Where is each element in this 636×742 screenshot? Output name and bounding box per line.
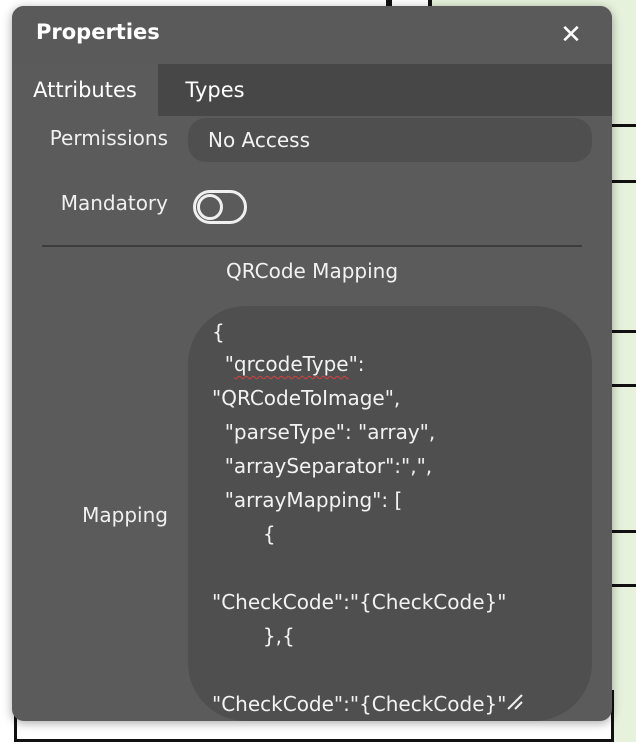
canvas-line <box>612 584 636 587</box>
code-line: "arrayMapping": [ <box>212 488 403 512</box>
code-token: " <box>212 352 234 376</box>
spellcheck-token: qrcodeType <box>233 352 349 376</box>
tab-types[interactable]: Types <box>158 64 272 116</box>
divider <box>42 245 582 247</box>
section-title: QRCode Mapping <box>225 259 399 283</box>
close-icon[interactable]: ✕ <box>556 20 586 50</box>
resize-grip-icon[interactable] <box>506 693 524 711</box>
code-line: { <box>212 320 225 344</box>
code-line: "CheckCode":"{CheckCode}" <box>212 692 507 716</box>
code-line: "arraySeparator":",", <box>212 454 433 478</box>
code-line: { <box>212 522 276 546</box>
panel-header: Properties ✕ <box>12 6 612 64</box>
mandatory-toggle[interactable] <box>193 190 247 224</box>
code-line: "CheckCode":"{CheckCode}" <box>212 590 507 614</box>
code-line: "qrcodeType": <box>212 352 365 376</box>
code-token: ": <box>348 352 365 376</box>
canvas-line <box>612 330 636 333</box>
canvas-line <box>612 124 636 127</box>
toggle-knob <box>197 194 223 220</box>
permissions-select[interactable]: No Access <box>188 118 592 162</box>
tab-bar: Attributes Types <box>12 64 612 116</box>
mandatory-label: Mandatory <box>60 191 168 215</box>
panel-title: Properties <box>36 20 160 44</box>
code-line: "parseType": "array", <box>212 420 436 444</box>
canvas-line <box>612 384 636 387</box>
canvas-line <box>612 180 636 183</box>
app-canvas: Properties ✕ Attributes Types Permission… <box>0 0 636 742</box>
properties-panel: Properties ✕ Attributes Types Permission… <box>12 6 612 721</box>
code-line: },{ <box>212 624 295 648</box>
mapping-textarea[interactable]: { "qrcodeType": "QRCodeToImage", "parseT… <box>188 306 592 721</box>
tab-attributes[interactable]: Attributes <box>12 64 158 116</box>
canvas-line <box>612 530 636 533</box>
permissions-label: Permissions <box>49 126 168 150</box>
code-line: "QRCodeToImage", <box>212 386 401 410</box>
mapping-label: Mapping <box>82 503 168 527</box>
